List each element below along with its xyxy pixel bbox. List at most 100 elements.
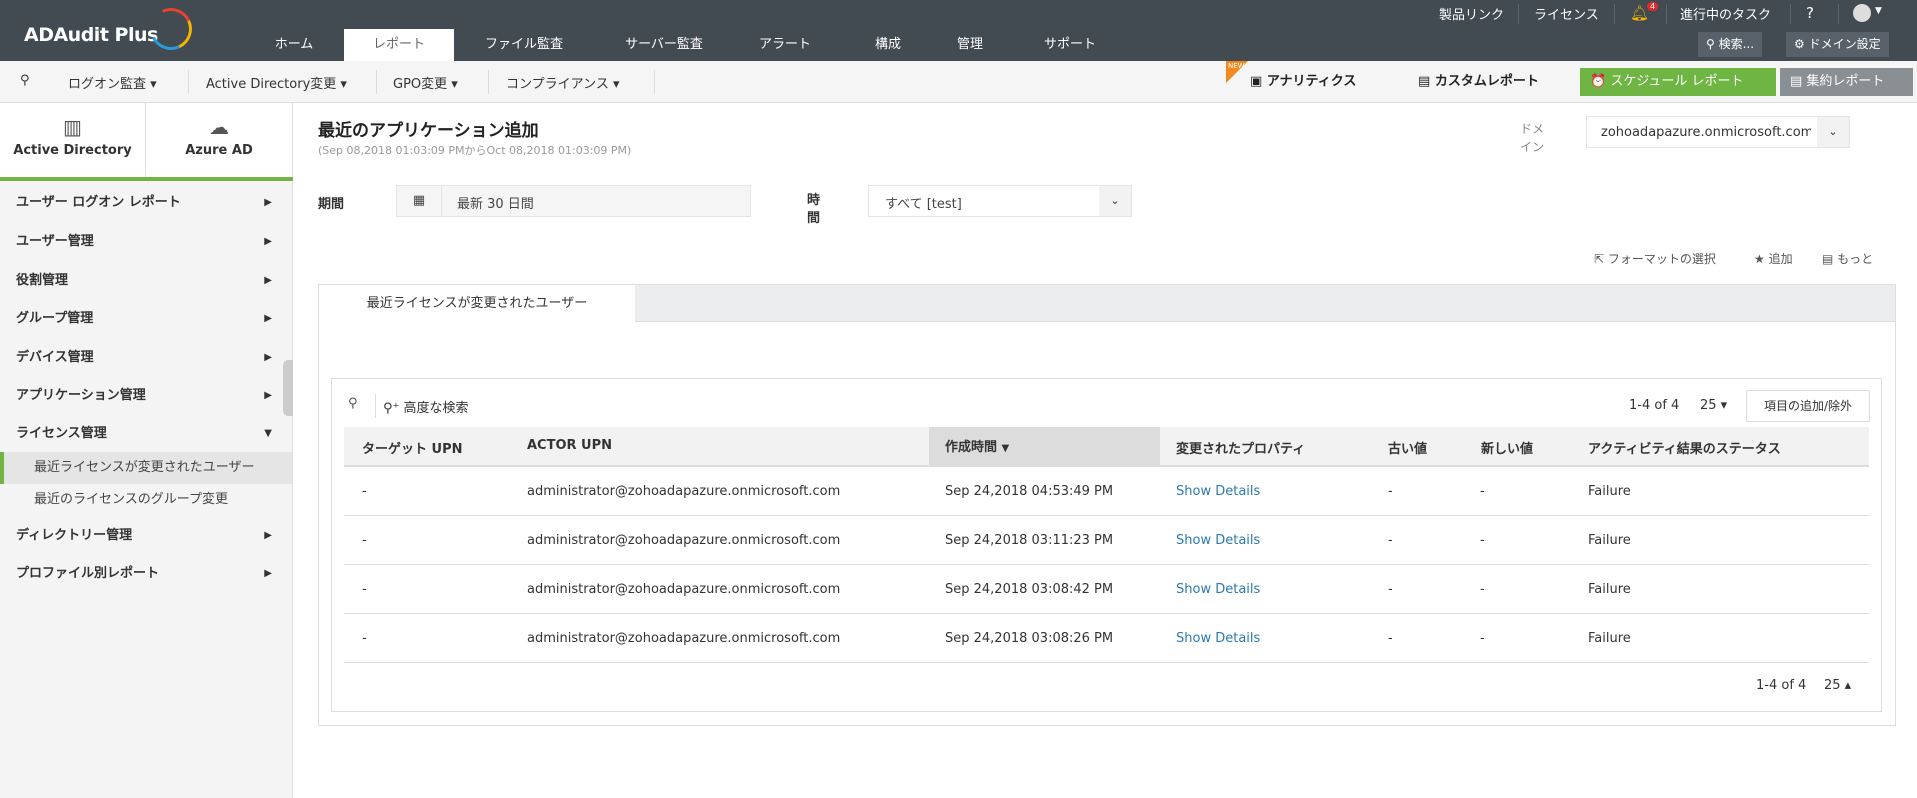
user-avatar-icon[interactable] [1853,4,1871,22]
app-logo[interactable]: ADAudit Plus [24,24,158,46]
gear-icon: ⚙ [1794,37,1809,51]
cell-show-details-link[interactable]: Show Details [1176,516,1260,565]
cell-old-value: - [1388,484,1393,499]
menu-logon-audit[interactable]: ログオン監査 ▾ [68,73,157,92]
cell-created-time: Sep 24,2018 03:08:26 PM [945,631,1114,646]
tab-azure-ad[interactable]: ☁ Azure AD [146,103,293,178]
table-row: - administrator@zohoadapazure.onmicrosoft… [344,467,1869,516]
date-range: (Sep 08,2018 01:03:09 PMからOct 08,2018 01… [318,144,632,157]
cell-old-value: - [1388,631,1393,646]
domain-settings-button[interactable]: ⚙ ドメイン設定 [1786,32,1889,57]
running-tasks[interactable]: 進行中のタスク [1680,4,1771,23]
period-input[interactable]: ▦ 最新 30 日間 [396,185,751,217]
page-size-top[interactable]: 25 ▾ [1700,398,1727,413]
col-new-value[interactable]: 新しい値 [1481,438,1533,457]
alarm-clock-icon: ⏰ [1590,74,1611,89]
col-actor-upn[interactable]: ACTOR UPN [527,438,612,453]
more-button[interactable]: ▤ もっと [1822,250,1873,267]
advanced-search-button[interactable]: ⚲⁺ 高度な検索 [383,397,469,416]
cell-old-value: - [1388,533,1393,548]
cell-new-value: - [1480,582,1485,597]
menu-gpo-changes[interactable]: GPO変更 ▾ [393,73,458,92]
tab-license-changed-users[interactable]: 最近ライセンスが変更されたユーザー [319,285,635,323]
cell-new-value: - [1480,631,1485,646]
nav-support[interactable]: サポート [1030,29,1110,61]
nav-reports[interactable]: レポート [344,29,454,61]
nav-server-audit[interactable]: サーバー監査 [608,29,720,61]
active-tab-indicator [0,177,293,181]
search-icon: ⚲ [1706,37,1719,51]
schedule-report-button[interactable]: ⏰ スケジュール レポート [1580,68,1776,96]
sidebar-item-license-mgmt[interactable]: ライセンス管理 ▼ [0,415,292,453]
summary-report-button[interactable]: ▤ 集約レポート [1780,68,1913,96]
cell-actor-upn: administrator@zohoadapazure.onmicrosoft.… [527,582,841,597]
cell-actor-upn: administrator@zohoadapazure.onmicrosoft.… [527,533,841,548]
sidebar-item-app-mgmt[interactable]: アプリケーション管理 ▶ [0,377,292,415]
report-search-icon[interactable]: ⚲ [20,73,30,88]
quick-search-icon[interactable]: ⚲ [348,396,358,411]
cell-target-upn: - [362,533,367,548]
table-row: - administrator@zohoadapazure.onmicrosoft… [344,516,1869,565]
search-button[interactable]: ⚲ 検索... [1698,32,1763,57]
tab-active-directory[interactable]: ▥ Active Directory [0,103,146,178]
sidebar-item-user-logon[interactable]: ユーザー ログオン レポート ▶ [0,184,292,222]
period-label: 期間 [318,197,345,212]
menu-compliance[interactable]: コンプライアンス ▾ [506,73,620,92]
license-link[interactable]: ライセンス [1534,4,1599,23]
cell-actor-upn: administrator@zohoadapazure.onmicrosoft.… [527,484,841,499]
nav-alerts[interactable]: アラート [745,29,825,61]
col-target-upn[interactable]: ターゲット UPN [362,438,463,457]
help-icon[interactable]: ? [1806,4,1814,22]
domain-settings-label: ドメイン設定 [1808,37,1881,51]
building-icon: ▥ [63,115,82,139]
cell-created-time: Sep 24,2018 04:53:49 PM [945,484,1114,499]
select-format-button[interactable]: ⇱ フォーマットの選択 [1594,250,1716,267]
sidebar-item-user-mgmt[interactable]: ユーザー管理 ▶ [0,223,292,261]
pagination-bottom: 1-4 of 4 [1756,678,1807,693]
analytics-icon: ▣ [1250,74,1267,89]
sidebar-item-group-mgmt[interactable]: グループ管理 ▶ [0,300,292,338]
cell-target-upn: - [362,582,367,597]
sidebar-item-device-mgmt[interactable]: デバイス管理 ▶ [0,339,292,377]
add-remove-columns-button[interactable]: 項目の追加/除外 [1746,390,1870,422]
cell-show-details-link[interactable]: Show Details [1176,467,1260,516]
col-activity-status[interactable]: アクティビティ結果のステータス [1588,438,1781,457]
product-links[interactable]: 製品リンク [1439,4,1504,23]
col-old-value[interactable]: 古い値 [1388,438,1427,457]
sidebar-item-directory-mgmt[interactable]: ディレクトリー管理 ▶ [0,517,292,555]
time-select[interactable]: すべて [test] ⌄ [868,185,1132,217]
sidebar-item-profile-reports[interactable]: プロファイル別レポート ▶ [0,555,292,593]
sidebar-item-role-mgmt[interactable]: 役割管理 ▶ [0,262,292,300]
page-title: 最近のアプリケーション追加 [318,121,539,141]
cloud-icon: ☁ [209,115,229,139]
cell-created-time: Sep 24,2018 03:11:23 PM [945,533,1114,548]
analytics-button[interactable]: ▣ アナリティクス [1240,68,1366,96]
cell-new-value: - [1480,533,1485,548]
cell-show-details-link[interactable]: Show Details [1176,565,1260,614]
cell-target-upn: - [362,484,367,499]
domain-select[interactable]: zohoadapazure.onmicrosoft.com ⌄ [1586,116,1850,148]
col-created-time[interactable]: 作成時間 ▼ [945,436,1009,455]
sidebar-subitem-license-groups[interactable]: 最近のライセンスのグループ変更 [0,484,292,516]
custom-report-button[interactable]: ▤ カスタムレポート [1408,68,1549,96]
nav-file-audit[interactable]: ファイル監査 [468,29,580,61]
add-favorite-button[interactable]: ★ 追加 [1754,250,1793,267]
chevron-down-icon: ⌄ [1099,186,1131,216]
tab-label: Active Directory [13,143,132,158]
cell-status: Failure [1588,484,1631,499]
menu-ad-changes[interactable]: Active Directory変更 ▾ [206,73,347,92]
chevron-down-icon: ⌄ [1817,117,1849,147]
sidebar-collapse-handle[interactable] [283,360,293,416]
cell-target-upn: - [362,631,367,646]
cell-show-details-link[interactable]: Show Details [1176,614,1260,663]
chevron-down-icon[interactable]: ▼ [1875,6,1882,16]
page-size-bottom[interactable]: 25 ▴ [1824,678,1851,693]
pagination-top: 1-4 of 4 [1629,398,1680,413]
nav-config[interactable]: 構成 [850,29,926,61]
period-value: 最新 30 日間 [457,197,534,212]
nav-home[interactable]: ホーム [250,29,338,61]
sidebar-subitem-license-users[interactable]: 最近ライセンスが変更されたユーザー [0,452,292,484]
report-icon: ▤ [1790,74,1807,89]
nav-admin[interactable]: 管理 [934,29,1006,61]
col-changed-property[interactable]: 変更されたプロパティ [1176,438,1305,457]
